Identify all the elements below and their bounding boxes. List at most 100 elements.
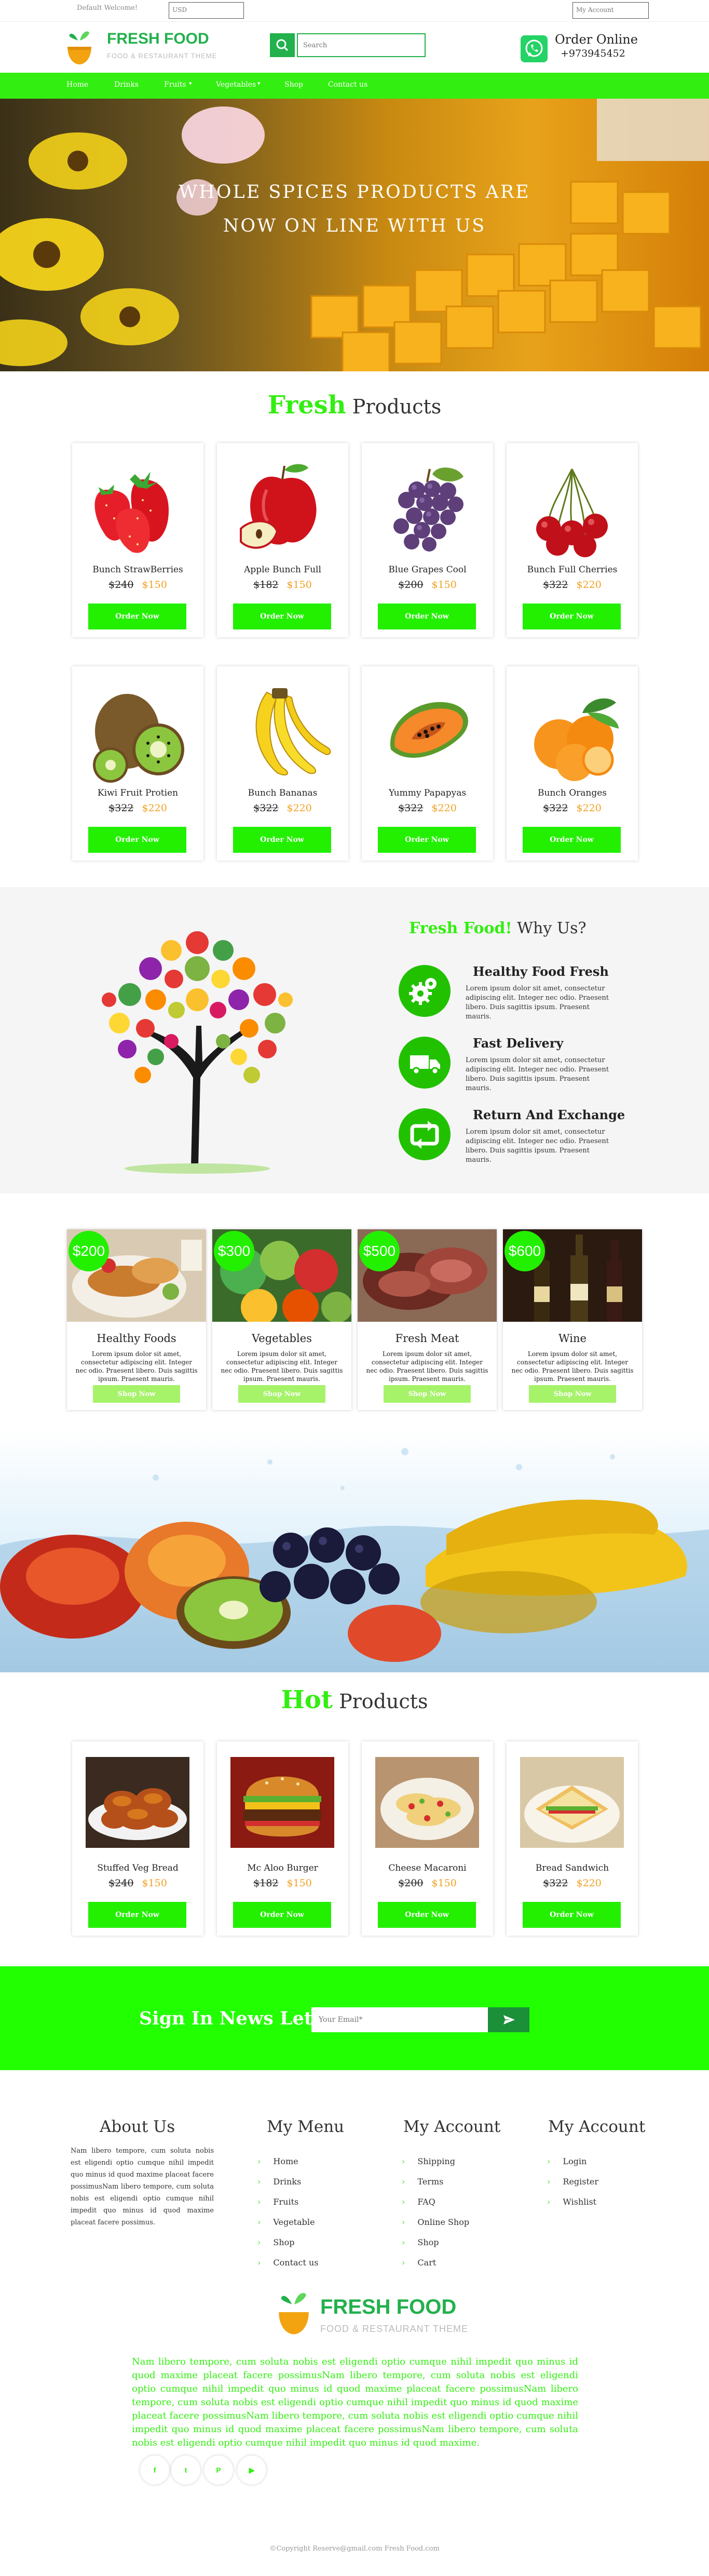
footer-menu-item[interactable]: › Drinks: [257, 2177, 301, 2186]
product-prices: $322 $220: [362, 802, 493, 814]
arrow-icon: ›: [257, 2237, 261, 2247]
cherries-image: [536, 468, 608, 557]
nav-fruits[interactable]: Fruits: [164, 81, 186, 89]
shop-now-button[interactable]: Shop Now: [238, 1385, 325, 1403]
category-title: Healthy Foods: [97, 1332, 176, 1345]
footer-logo-subtitle: FOOD & RESTAURANT THEME: [320, 2324, 469, 2334]
currency-select[interactable]: USD: [169, 2, 244, 19]
footer-logo-bowl-icon[interactable]: [276, 2286, 311, 2338]
burger-image: [230, 1757, 334, 1848]
footer-account-item[interactable]: › Online Shop: [402, 2217, 469, 2227]
footer-menu-item[interactable]: › Vegetable: [257, 2217, 315, 2227]
order-now-button[interactable]: Order Now: [88, 1902, 186, 1928]
new-price: $220: [576, 579, 602, 591]
shop-now-button[interactable]: Shop Now: [384, 1385, 471, 1403]
hot-card-aloo-burger: Mc Aloo Burger $182 $150 Order Now: [217, 1741, 348, 1936]
product-card-kiwi: Kiwi Fruit Protien $322 $220 Order Now: [72, 666, 203, 861]
footer-logo-title[interactable]: FRESH FOOD: [320, 2296, 456, 2319]
account-select[interactable]: My Account: [572, 2, 649, 19]
newsletter-email-input[interactable]: [311, 2007, 488, 2032]
order-now-button[interactable]: Order Now: [523, 603, 621, 629]
hero-headline-1: WHOLE SPICES PRODUCTS ARE: [179, 182, 530, 203]
product-prices: $240 $150: [72, 579, 203, 591]
footer-menu-item[interactable]: › Fruits: [257, 2197, 298, 2207]
order-now-button[interactable]: Order Now: [233, 1902, 331, 1928]
main-nav: Home Drinks Fruits ▾ Vegetables ▾ Shop Con…: [0, 73, 709, 99]
whatsapp-icon[interactable]: [521, 35, 548, 62]
footer-account2-item[interactable]: › Login: [547, 2156, 587, 2166]
fresh-products-title: Fresh Products: [0, 391, 709, 420]
search-button[interactable]: [270, 33, 295, 57]
arrow-icon: ›: [402, 2237, 405, 2247]
feature-title: Healthy Food Fresh: [473, 964, 609, 979]
logo-bowl-icon[interactable]: [66, 26, 92, 68]
category-card-fresh-meat: $500 Fresh Meat Lorem ipsum dolor sit am…: [358, 1229, 497, 1410]
product-name: Bread Sandwich: [535, 1863, 609, 1873]
nav-home[interactable]: Home: [66, 81, 88, 89]
shop-now-button[interactable]: Shop Now: [93, 1385, 180, 1403]
facebook-icon[interactable]: f: [140, 2456, 169, 2485]
footer-account-item[interactable]: › Shop: [402, 2237, 439, 2247]
footer-account2-item[interactable]: › Register: [547, 2177, 598, 2186]
product-prices: $200 $150: [362, 1877, 493, 1889]
arrow-icon: ›: [547, 2177, 551, 2186]
pinterest-icon[interactable]: P: [204, 2456, 233, 2485]
footer-menu-item[interactable]: › Contact us: [257, 2258, 319, 2268]
arrow-icon: ›: [257, 2156, 261, 2166]
nav-drinks[interactable]: Drinks: [114, 81, 139, 89]
order-now-button[interactable]: Order Now: [88, 603, 186, 629]
why-highlight: Fresh Food!: [409, 919, 512, 937]
macaroni-image: [375, 1757, 479, 1848]
order-now-button[interactable]: Order Now: [88, 827, 186, 853]
category-text: Lorem ipsum dolor sit amet, consectetur …: [511, 1350, 634, 1383]
logo-title[interactable]: FRESH FOOD: [107, 30, 209, 48]
footer-menu-item[interactable]: › Home: [257, 2156, 298, 2166]
footer-account-item[interactable]: › FAQ: [402, 2197, 435, 2207]
order-now-button[interactable]: Order Now: [378, 827, 476, 853]
shop-now-button[interactable]: Shop Now: [529, 1385, 616, 1403]
product-prices: $322 $220: [507, 579, 638, 591]
footer-account-item[interactable]: › Cart: [402, 2258, 436, 2268]
newsletter-submit-button[interactable]: [488, 2007, 529, 2032]
product-card-apples: Apple Bunch Full $182 $150 Order Now: [217, 443, 348, 637]
footer-menu-item[interactable]: › Shop: [257, 2237, 295, 2247]
footer-paragraph: Nam libero tempore, cum soluta nobis est…: [132, 2356, 578, 2448]
footer-account2-item[interactable]: › Wishlist: [547, 2197, 596, 2207]
new-price: $150: [142, 1877, 167, 1889]
product-name: Blue Grapes Cool: [388, 565, 467, 575]
nav-shop[interactable]: Shop: [284, 81, 303, 89]
search-input[interactable]: [297, 33, 426, 57]
papaya-image: [390, 702, 468, 758]
category-text: Lorem ipsum dolor sit amet, consectetur …: [221, 1350, 343, 1383]
order-now-button[interactable]: Order Now: [233, 603, 331, 629]
footer-account-item[interactable]: › Shipping: [402, 2156, 455, 2166]
twitter-icon[interactable]: t: [171, 2456, 200, 2485]
footer-account-item[interactable]: › Terms: [402, 2177, 443, 2186]
nav-contact[interactable]: Contact us: [328, 81, 367, 89]
old-price: $322: [543, 579, 568, 591]
price-badge: $500: [359, 1231, 400, 1271]
category-title: Vegetables: [252, 1332, 312, 1345]
delivery-truck-icon: [399, 1037, 451, 1089]
order-now-button[interactable]: Order Now: [378, 1902, 476, 1928]
product-card-grapes: Blue Grapes Cool $200 $150 Order Now: [362, 443, 493, 637]
footer-account-label: Cart: [417, 2258, 437, 2268]
order-now-button[interactable]: Order Now: [523, 827, 621, 853]
nav-vegetables[interactable]: Vegetables: [216, 81, 256, 89]
youtube-icon[interactable]: ▶: [237, 2456, 266, 2485]
order-now-button[interactable]: Order Now: [233, 827, 331, 853]
product-prices: $182 $150: [217, 579, 348, 591]
banana-image: [255, 688, 331, 776]
phone-number[interactable]: +973945452: [561, 48, 625, 59]
old-price: $200: [398, 579, 424, 591]
hot-card-bread-sandwich: Bread Sandwich $322 $220 Order Now: [507, 1741, 638, 1936]
fresh-rest: Products: [352, 395, 442, 418]
old-price: $240: [108, 1877, 134, 1889]
product-prices: $322 $220: [217, 802, 348, 814]
fruit-splash-banner: [0, 1431, 709, 1672]
order-now-button[interactable]: Order Now: [523, 1902, 621, 1928]
copyright-text: ©Copyright Reserve@gmail.com Fresh Food.…: [269, 2545, 440, 2553]
arrow-icon: ›: [257, 2197, 261, 2207]
old-price: $322: [398, 802, 424, 814]
order-now-button[interactable]: Order Now: [378, 603, 476, 629]
